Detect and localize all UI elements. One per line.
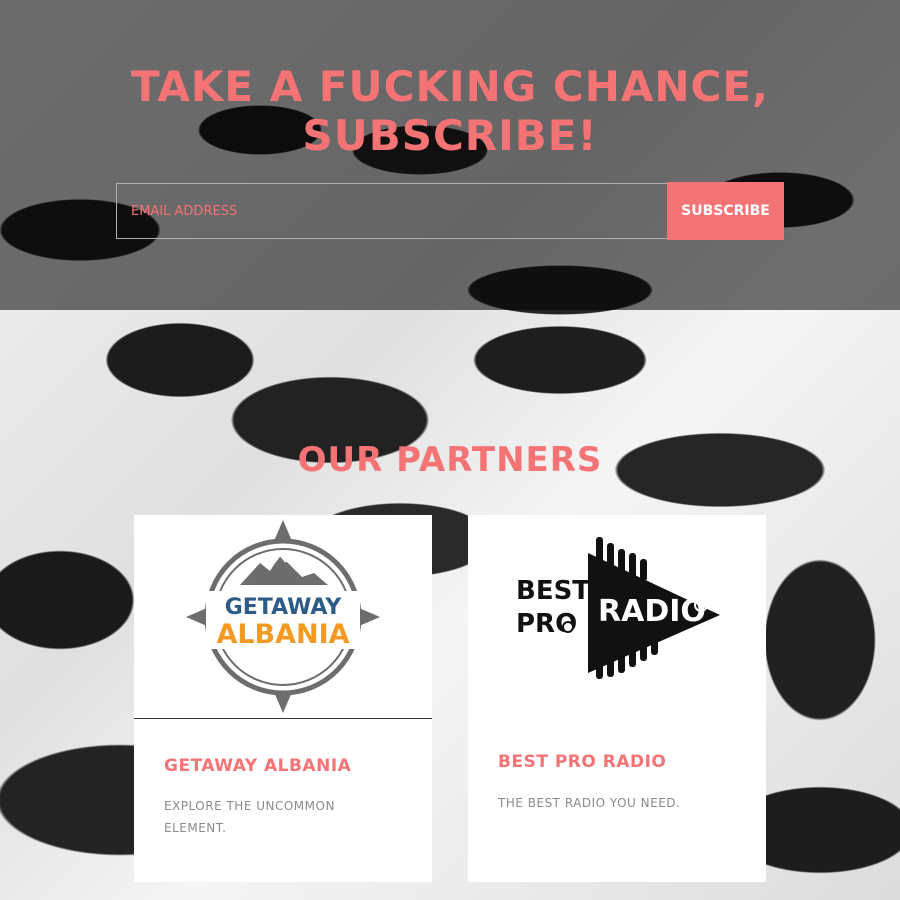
subscribe-button[interactable]: SUBSCRIBE: [667, 182, 784, 240]
partner-description: THE BEST RADIO YOU NEED.: [498, 796, 681, 810]
partner-name[interactable]: GETAWAY ALBANIA: [164, 756, 351, 776]
compass-west-point: [186, 608, 207, 626]
card-divider: [134, 718, 432, 719]
email-input[interactable]: [116, 183, 667, 239]
compass-north-point: [274, 520, 292, 541]
subscribe-form: SUBSCRIBE: [116, 182, 784, 240]
partner-name[interactable]: BEST PRO RADIO: [498, 752, 666, 772]
subscribe-section: TAKE A FUCKING CHANCE, SUBSCRIBE! SUBSCR…: [0, 0, 900, 310]
partners-title: OUR PARTNERS: [297, 440, 603, 480]
subscribe-headline: TAKE A FUCKING CHANCE, SUBSCRIBE!: [130, 62, 769, 160]
svg-text:RADIO: RADIO: [598, 594, 706, 629]
compass-east-point: [359, 608, 380, 626]
svg-text:GETAWAY: GETAWAY: [225, 595, 343, 620]
best-pro-radio-logo: BEST PRO RADIO: [516, 537, 720, 679]
partner-description: EXPLORE THE UNCOMMON ELEMENT.: [164, 799, 335, 835]
svg-text:ALBANIA: ALBANIA: [216, 619, 349, 650]
svg-text:BEST: BEST: [516, 576, 590, 606]
partner-card-getaway-albania[interactable]: GETAWAY ALBANIA GETAWAY ALBANIA EXPLORE …: [134, 515, 432, 882]
partner-card-best-pro-radio[interactable]: BEST PRO RADIO BEST PRO RADIO THE BEST R…: [468, 515, 766, 882]
getaway-albania-logo: GETAWAY ALBANIA: [186, 520, 380, 713]
